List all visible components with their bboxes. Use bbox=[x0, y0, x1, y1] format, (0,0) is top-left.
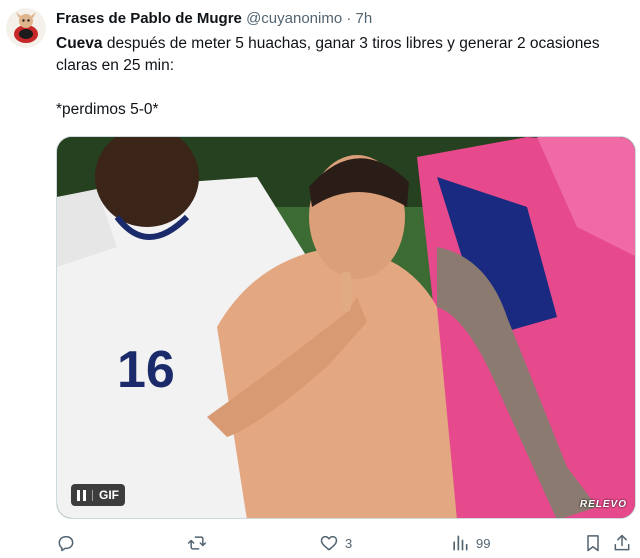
retweet-button[interactable] bbox=[187, 533, 213, 553]
gif-frame: 16 bbox=[57, 137, 635, 518]
avatar-image bbox=[6, 8, 46, 48]
timestamp[interactable]: 7h bbox=[356, 10, 373, 27]
gif-media[interactable]: 16 GIF RELEVO bbox=[56, 136, 636, 519]
views-icon bbox=[453, 535, 468, 551]
jersey-number: 16 bbox=[117, 341, 175, 399]
tweet-text-bold: Cueva bbox=[56, 35, 103, 52]
gif-label: GIF bbox=[99, 488, 119, 502]
views-count: 99 bbox=[476, 535, 491, 551]
separator: · bbox=[346, 10, 352, 27]
tweet-text-second: *perdimos 5-0* bbox=[56, 101, 159, 118]
pause-icon[interactable] bbox=[75, 489, 93, 501]
like-button[interactable]: 3 bbox=[319, 533, 352, 553]
heart-icon bbox=[320, 535, 338, 551]
share-icon bbox=[614, 534, 630, 551]
bookmark-button[interactable] bbox=[583, 533, 603, 553]
tweet-text-rest: después de meter 5 huachas, ganar 3 tiro… bbox=[56, 35, 600, 74]
retweet-icon bbox=[187, 536, 207, 550]
avatar[interactable] bbox=[6, 8, 46, 48]
author-handle[interactable]: @cuyanonimo bbox=[246, 10, 342, 27]
reply-icon bbox=[58, 536, 74, 552]
watermark: RELEVO bbox=[579, 499, 627, 510]
share-button[interactable] bbox=[612, 533, 632, 553]
tweet-text: Cueva después de meter 5 huachas, ganar … bbox=[56, 33, 626, 121]
bookmark-icon bbox=[587, 535, 599, 552]
views-button[interactable]: 99 bbox=[450, 533, 490, 553]
like-count: 3 bbox=[345, 535, 353, 551]
gif-badge[interactable]: GIF bbox=[71, 484, 125, 506]
action-bar: 3 99 bbox=[56, 527, 636, 557]
reply-button[interactable] bbox=[56, 533, 82, 553]
author-name[interactable]: Frases de Pablo de Mugre bbox=[56, 10, 242, 27]
tweet-header: Frases de Pablo de Mugre @cuyanonimo · 7… bbox=[56, 9, 372, 29]
